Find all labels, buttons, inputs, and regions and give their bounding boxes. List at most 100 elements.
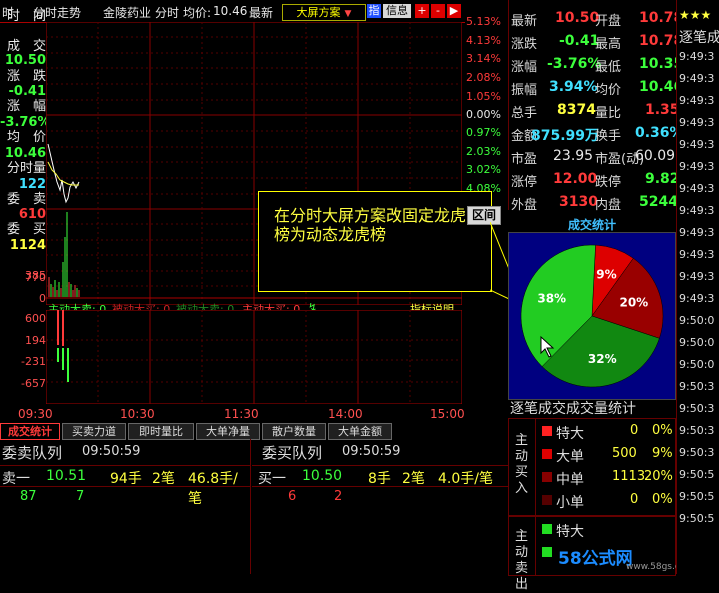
tick-time: 9:50:0 (679, 358, 715, 371)
trade-stats-pie-panel: 成交统计 9% 20% 32% 38% (508, 218, 676, 400)
info-avg: 10.46 (4, 146, 46, 161)
stats-row: 中单 1113 20% (540, 469, 673, 489)
time-tick: 09:30 (18, 407, 53, 421)
info-bid-label: 委 买 (6, 222, 46, 237)
star-rating-icon: ★★★ (679, 8, 712, 22)
latest-label: 最新 (249, 6, 274, 20)
tick-time-column: ★★★ 逐笔成 9:49:3 9:49:3 9:49:3 9:49:3 9:49:3 9:… (676, 0, 719, 574)
zoom-in-button[interactable]: + (415, 4, 429, 18)
sell-queue-time: 09:50:59 (82, 444, 141, 459)
tab-buy-sell-force[interactable]: 买卖力道 (62, 423, 126, 440)
group-label: 主动卖出 (515, 529, 529, 592)
tick-time: 9:50:3 (679, 446, 715, 459)
pct-label: 0.97% (466, 126, 501, 139)
quote-grid: 最新 10.50 开盘 10.78 涨跌 -0.41 最高 10.78 涨幅 -3.76% 最低… (508, 0, 684, 213)
left-info-column: 时 间 成 交 10.50 涨 跌 -0.41 涨 幅 -3.76% 均 价 1… (0, 9, 51, 282)
group-label: 主动买入 (515, 433, 529, 496)
pct-label: 4.13% (466, 34, 501, 47)
sell-detail: 7 (76, 489, 85, 504)
pie-slice-label: 38% (537, 291, 566, 305)
pie-slice-label: 20% (619, 295, 648, 309)
chart-header: 时 分时走势 金陵药业 分时 均价: 10.46 最新 大屏方案 ▼ 指 信息 +… (0, 0, 465, 23)
info-ask: 610 (18, 207, 46, 222)
buy-queue: 委买队列 09:50:59 买一 10.50 8手 2笔 4.0手/笔 6 2 (252, 439, 508, 574)
tab-large-net[interactable]: 大单净量 (196, 423, 260, 440)
tick-time: 9:50:5 (679, 468, 715, 481)
indicator-button[interactable]: 指 (367, 4, 381, 18)
time-tick: 11:30 (224, 407, 259, 421)
time-tick: 15:00 (430, 407, 465, 421)
bottom-tabs: 成交统计 买卖力道 即时量比 大单净量 散户数量 大单金额 (0, 423, 465, 440)
tick-time: 9:50:5 (679, 490, 715, 503)
quote-row: 涨停 12.00 跌停 9.82 (511, 171, 680, 190)
tick-time: 9:50:0 (679, 314, 715, 327)
time-axis: 09:30 10:30 11:30 14:00 15:00 (0, 405, 465, 421)
lower-tick: 600 (25, 312, 46, 325)
tab-volume-ratio[interactable]: 即时量比 (128, 423, 194, 440)
sell-queue-title: 委卖队列 (2, 444, 63, 462)
chart-mode: 分时 (155, 6, 180, 20)
tick-time: 9:50:5 (679, 512, 715, 525)
zoom-out-button[interactable]: - (431, 4, 445, 18)
pct-label: 0.00% (466, 108, 501, 121)
tab-retail-count[interactable]: 散户数量 (262, 423, 326, 440)
pct-label: 2.08% (466, 71, 501, 84)
pie-slice-label: 32% (588, 352, 617, 366)
quote-row: 最新 10.50 开盘 10.78 (511, 10, 684, 29)
buy-queue-title: 委买队列 (262, 444, 323, 462)
tick-time: 9:50:0 (679, 336, 715, 349)
pct-label: 1.05% (466, 90, 501, 103)
info-avg-label: 均 价 (6, 130, 46, 145)
info-time: 时 间 (6, 9, 46, 24)
stats-title: 逐笔成交成交量统计 (510, 401, 636, 417)
tick-time: 9:49:3 (679, 160, 715, 173)
info-pct: -3.76% (0, 115, 51, 130)
info-price: 10.50 (4, 53, 46, 68)
lower-tick: -231 (21, 355, 46, 368)
quote-row: 涨幅 -3.76% 最低 10.35 (511, 56, 684, 75)
info-ask-label: 委 卖 (6, 192, 46, 207)
info-bid: 1124 (9, 238, 46, 253)
tick-time: 9:50:3 (679, 402, 715, 415)
pie-slice-label: 9% (596, 267, 616, 281)
quote-row: 外盘 3130 内盘 5244 (511, 194, 678, 213)
lower-tick: -657 (21, 377, 46, 390)
expand-button[interactable]: ▶ (447, 4, 461, 18)
info-minute-vol: 122 (18, 177, 46, 192)
scheme-dropdown[interactable]: 大屏方案 ▼ (282, 4, 366, 21)
timecol-title: 逐笔成 (679, 30, 719, 46)
tick-time: 9:49:3 (679, 292, 715, 305)
tick-time: 9:49:3 (679, 94, 715, 107)
info-minute-vol-label: 分时量 (6, 161, 46, 176)
indicator-chart[interactable] (46, 310, 462, 404)
pct-label: 3.02% (466, 163, 501, 176)
info-button[interactable]: 信息 (383, 4, 411, 18)
pct-label: 5.13% (466, 15, 501, 28)
sell-level-row[interactable]: 卖一 10.51 94手 2笔 46.8手/笔 (0, 465, 250, 507)
tab-trade-stats[interactable]: 成交统计 (0, 423, 60, 440)
tick-time: 9:50:3 (679, 424, 715, 437)
tab-large-amount[interactable]: 大单金额 (328, 423, 392, 440)
buy-level-row[interactable]: 买一 10.50 8手 2笔 4.0手/笔 (252, 465, 508, 487)
tick-time: 9:49:3 (679, 116, 715, 129)
avg-label: 均价: (183, 6, 212, 20)
order-queue: 委卖队列 09:50:59 卖一 10.51 94手 2笔 46.8手/笔 87… (0, 439, 508, 574)
pie-title: 成交统计 (567, 218, 616, 232)
tick-time: 9:49:3 (679, 72, 715, 85)
info-pct-label: 涨 幅 (6, 99, 46, 114)
pct-label: 2.03% (466, 145, 501, 158)
tick-time: 9:49:3 (679, 204, 715, 217)
buy-detail: 2 (334, 489, 343, 504)
tick-time: 9:50:3 (679, 380, 715, 393)
info-change-label: 涨 跌 (6, 69, 46, 84)
stats-row: 大单 500 9% (540, 446, 673, 466)
tick-time: 9:49:3 (679, 182, 715, 195)
sell-detail: 87 (20, 489, 37, 504)
tick-time: 9:49:3 (679, 270, 715, 283)
stats-row: 小单 0 0% (540, 492, 673, 512)
avg-value: 10.46 (213, 4, 248, 18)
tick-volume-stats: 逐笔成交成交量统计 主动买入 特大 0 0% 大单 500 9% 中单 1113 20% 小… (508, 396, 694, 592)
stats-row: 特大 (540, 521, 670, 541)
sell-queue: 委卖队列 09:50:59 卖一 10.51 94手 2笔 46.8手/笔 87… (0, 439, 251, 574)
buy-detail: 6 (288, 489, 297, 504)
